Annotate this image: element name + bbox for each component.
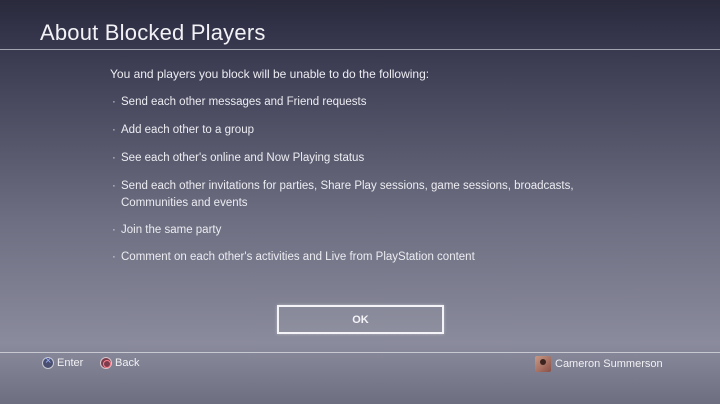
list-item: · Add each other to a group	[112, 122, 632, 139]
list-item-text: Join the same party	[121, 224, 222, 236]
list-item-text: See each other's online and Now Playing …	[121, 152, 365, 164]
page-title: About Blocked Players	[40, 20, 266, 45]
bullet: ·	[112, 152, 116, 164]
list-item: · Send each other invitations for partie…	[112, 178, 632, 212]
intro-text: You and players you block will be unable…	[110, 67, 430, 81]
list-item: · Join the same party	[112, 222, 632, 239]
list-item-text: Send each other invitations for parties,…	[121, 180, 574, 209]
bullet: ·	[112, 124, 116, 136]
list-item-text: Send each other messages and Friend requ…	[121, 96, 367, 108]
user-name: Cameron Summerson	[555, 358, 663, 370]
footer-divider	[0, 352, 720, 353]
bullet: ·	[112, 96, 116, 108]
enter-hint[interactable]: Enter	[42, 355, 84, 369]
list-item-text: Comment on each other's activities and L…	[121, 251, 475, 263]
back-hint[interactable]: Back	[100, 357, 139, 369]
bullet: ·	[112, 180, 116, 192]
list-item: · Send each other messages and Friend re…	[112, 94, 632, 111]
circle-button-icon	[100, 357, 112, 369]
list-item-text: Add each other to a group	[121, 124, 254, 136]
ok-button[interactable]: OK	[277, 305, 444, 334]
avatar	[535, 356, 551, 372]
enter-label: Enter	[57, 357, 84, 369]
list-item: · Comment on each other's activities and…	[112, 249, 632, 266]
bullet: ·	[112, 251, 116, 263]
back-label: Back	[115, 357, 140, 369]
bullet: ·	[112, 224, 116, 236]
header-bar: About Blocked Players	[0, 0, 720, 50]
cross-button-icon	[42, 355, 54, 369]
list-item: · See each other's online and Now Playin…	[112, 150, 632, 167]
user-profile[interactable]: Cameron Summerson	[535, 356, 663, 372]
